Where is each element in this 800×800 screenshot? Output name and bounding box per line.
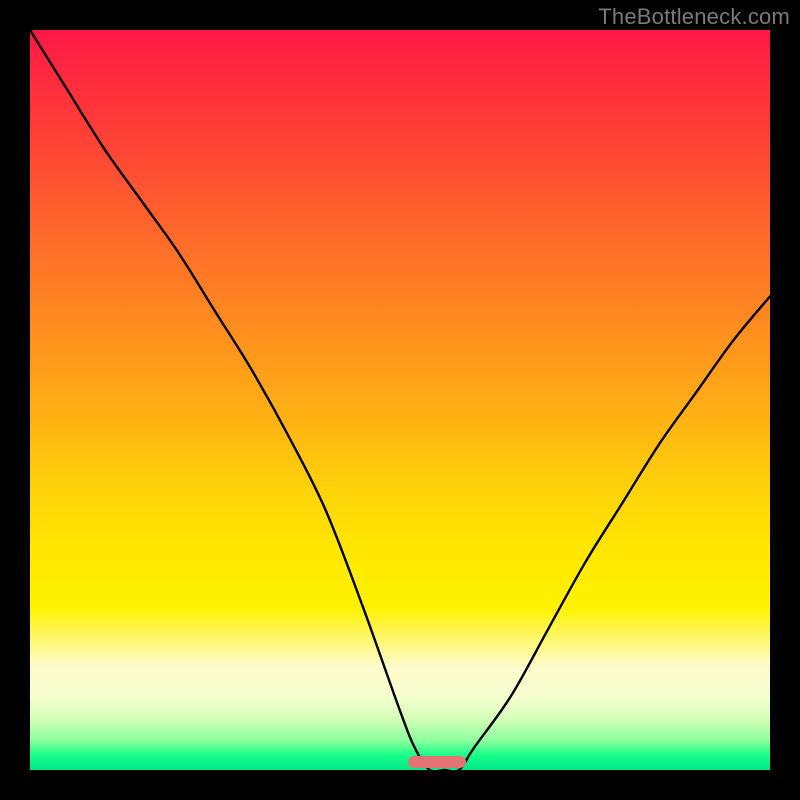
watermark-text: TheBottleneck.com — [598, 4, 790, 30]
curve-path — [30, 30, 770, 772]
chart-frame: TheBottleneck.com — [0, 0, 800, 800]
bottleneck-curve — [30, 30, 770, 770]
optimal-range-marker — [408, 756, 466, 768]
plot-area — [30, 30, 770, 770]
